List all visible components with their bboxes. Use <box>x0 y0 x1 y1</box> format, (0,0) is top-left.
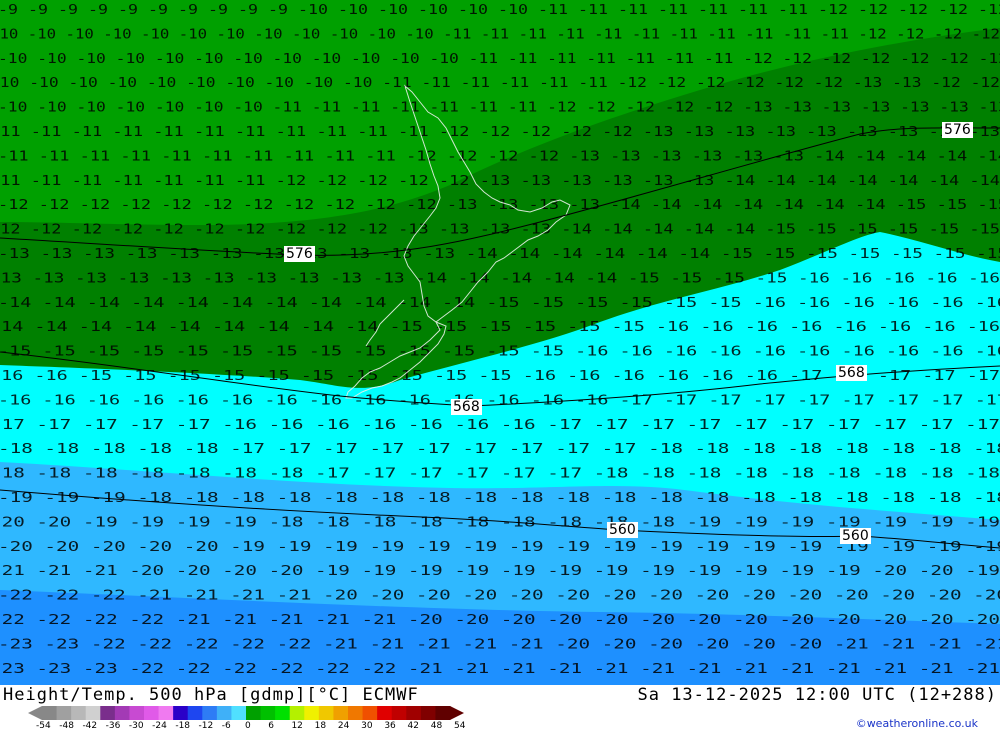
legend-swatch <box>420 706 436 720</box>
temperature-row: -18 -18 -18 -18 -18 -18 -18 -17 -17 -17 … <box>0 467 1000 482</box>
legend-swatch <box>129 706 145 720</box>
temperature-row: -22 -22 -22 -22 -21 -21 -21 -21 -21 -20 … <box>0 613 1000 628</box>
legend-tick-label: 12 <box>291 721 303 731</box>
temperature-row: -22 -22 -22 -21 -21 -21 -21 -20 -20 -20 … <box>0 589 1000 604</box>
legend-swatch <box>114 706 130 720</box>
legend-swatch <box>377 706 393 720</box>
legend-arrow-right <box>450 706 464 720</box>
temperature-row: -14 -14 -14 -14 -14 -14 -14 -14 -14 -15 … <box>0 320 1000 335</box>
legend-tick-label: -18 <box>175 721 191 731</box>
legend-swatch <box>362 706 378 720</box>
legend-swatch <box>144 706 160 720</box>
temperature-row: -11 -11 -11 -11 -11 -11 -11 -11 -11 -11 … <box>0 149 1000 164</box>
legend-swatch <box>391 706 407 720</box>
contour-label-560-east: 560 <box>840 528 871 544</box>
contour-label-576-east: 576 <box>942 122 973 138</box>
temperature-row: -21 -21 -21 -20 -20 -20 -20 -19 -19 -19 … <box>0 564 1000 579</box>
map-title: Height/Temp. 500 hPa [gdmp][°C] ECMWF <box>3 685 419 705</box>
legend-swatch <box>56 706 72 720</box>
legend-swatch <box>71 706 87 720</box>
contour-label-568-center: 568 <box>451 399 482 415</box>
legend-tick-label: -12 <box>198 721 214 731</box>
legend-tick-label: -24 <box>152 721 167 731</box>
temperature-row: -10 -10 -10 -10 -10 -10 -10 -10 -10 -10 … <box>0 27 1000 42</box>
legend-swatch <box>246 706 262 720</box>
legend-tick-label: 42 <box>407 721 419 731</box>
temperature-row: -23 -23 -22 -22 -22 -22 -22 -21 -21 -21 … <box>0 637 1000 652</box>
temperature-row: -12 -12 -12 -12 -12 -12 -12 -12 -12 -12 … <box>0 198 1000 213</box>
legend-arrow-left <box>28 706 42 720</box>
legend-swatch <box>187 706 203 720</box>
legend-swatch <box>348 706 364 720</box>
temperature-row: -12 -12 -12 -12 -12 -12 -12 -12 -12 -12 … <box>0 223 1000 238</box>
legend-tick-label: 0 <box>245 721 251 731</box>
legend-swatch <box>406 706 422 720</box>
temperature-row: -11 -11 -11 -11 -11 -11 -11 -11 -11 -11 … <box>0 125 1000 140</box>
legend-tick-label: 36 <box>384 721 396 731</box>
temperature-row: -19 -19 -19 -18 -18 -18 -18 -18 -18 -18 … <box>0 491 1000 506</box>
legend-swatch <box>275 706 291 720</box>
color-scale-legend <box>28 706 464 720</box>
legend-swatch <box>318 706 334 720</box>
legend-tick-label: 48 <box>430 721 443 731</box>
temperature-map: -9 -9 -9 -9 -9 -9 -9 -9 -9 -9 -10 -10 -1… <box>0 0 1000 685</box>
legend-tick-label: -6 <box>221 721 231 731</box>
legend-tick-label: 54 <box>454 721 466 731</box>
legend-swatch <box>158 706 174 720</box>
map-footer: Height/Temp. 500 hPa [gdmp][°C] ECMWF Sa… <box>0 685 1000 733</box>
legend-tick-label: 18 <box>314 721 327 731</box>
temperature-row: -14 -14 -14 -14 -14 -14 -14 -14 -14 -14 … <box>0 296 1000 311</box>
legend-tick-label: -48 <box>59 721 74 731</box>
legend-swatch <box>216 706 232 720</box>
legend-swatch <box>42 706 58 720</box>
temperature-row: -10 -10 -10 -10 -10 -10 -10 -10 -10 -10 … <box>0 52 1000 67</box>
temperature-row: -10 -10 -10 -10 -10 -10 -10 -10 -10 -10 … <box>0 76 1000 91</box>
temperature-row: -17 -17 -17 -17 -17 -16 -16 -16 -16 -16 … <box>0 418 1000 433</box>
temperature-row: -9 -9 -9 -9 -9 -9 -9 -9 -9 -9 -10 -10 -1… <box>0 3 1000 18</box>
legend-swatch <box>260 706 276 720</box>
temperature-row: -18 -18 -18 -18 -18 -17 -17 -17 -17 -17 … <box>0 442 1000 457</box>
legend-swatch <box>100 706 116 720</box>
legend-tick-label: -54 <box>36 721 51 731</box>
legend-tick-label: 6 <box>268 721 274 731</box>
temperature-row: -10 -10 -10 -10 -10 -10 -10 -11 -11 -11 … <box>0 101 1000 116</box>
temperature-row: -15 -15 -15 -15 -15 -15 -15 -15 -15 -15 … <box>0 345 1000 360</box>
legend-tick-label: -42 <box>82 721 98 731</box>
legend-tick-labels: -54 -48 -42 -36 -30 -24 -18 -12 -6 0 6 12 18 24 30 36 42… <box>28 721 468 733</box>
contour-label-560-center: 560 <box>607 522 638 538</box>
legend-swatch <box>333 706 349 720</box>
legend-swatch <box>85 706 101 720</box>
temperature-row: -11 -11 -11 -11 -11 -11 -11 -12 -12 -12 … <box>0 174 1000 189</box>
legend-swatch <box>289 706 305 720</box>
legend-tick-label: -30 <box>128 721 144 731</box>
legend-tick-label: 30 <box>361 721 373 731</box>
credit-link[interactable]: ©weatheronline.co.uk <box>856 717 978 730</box>
forecast-datetime: Sa 13-12-2025 12:00 UTC (12+288) <box>637 685 997 705</box>
legend-swatch <box>435 706 451 720</box>
temperature-row: -23 -23 -23 -22 -22 -22 -22 -22 -22 -21 … <box>0 662 1000 677</box>
legend-swatch <box>202 706 218 720</box>
legend-tick-label: 24 <box>337 721 350 731</box>
temperature-row: -13 -13 -13 -13 -13 -13 -13 -13 -13 -13 … <box>0 271 1000 286</box>
legend-swatch <box>231 706 247 720</box>
legend-tick-label: -36 <box>105 721 121 731</box>
contour-label-576-west: 576 <box>284 246 315 262</box>
contour-label-568-east: 568 <box>836 365 867 381</box>
legend-swatch <box>304 706 320 720</box>
forecast-map-panel: -9 -9 -9 -9 -9 -9 -9 -9 -9 -9 -10 -10 -1… <box>0 0 1000 733</box>
legend-swatch <box>173 706 189 720</box>
temperature-row: -16 -16 -16 -16 -16 -16 -16 -16 -16 -16 … <box>0 393 1000 408</box>
